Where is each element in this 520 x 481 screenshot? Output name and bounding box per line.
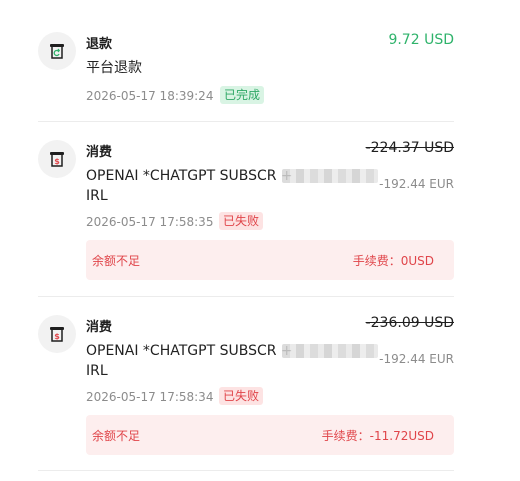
status-badge: 已失败: [219, 387, 264, 405]
status-badge: 已失败: [219, 212, 264, 230]
status-badge: 已完成: [220, 86, 265, 104]
transaction-date: 2026-05-17 18:39:24: [86, 89, 214, 103]
transaction-amount-eur: -192.44 EUR: [379, 352, 454, 366]
transaction-type: 消费: [86, 320, 113, 335]
transaction-amount: 9.72 USD: [388, 32, 454, 48]
transaction-type: 消费: [86, 145, 113, 160]
dollar-receipt-icon: $: [38, 315, 76, 353]
error-reason: 余额不足: [92, 254, 141, 268]
transaction-item[interactable]: $ 消费 -236.09 USD OPENAI *CHATGPT SUBSCR …: [38, 313, 454, 458]
transaction-description-line1: OPENAI *CHATGPT SUBSCR +: [86, 168, 293, 184]
svg-text:$: $: [54, 157, 60, 166]
transaction-date: 2026-05-17 17:58:34: [86, 390, 214, 404]
refund-icon: [38, 32, 76, 70]
divider: [38, 296, 454, 297]
fee-text: 手续费：0USD: [352, 254, 434, 268]
error-box: 余额不足 手续费：-11.72USD: [86, 415, 454, 455]
transaction-description: 平台退款: [86, 60, 142, 76]
transaction-amount: -224.37 USD: [365, 140, 454, 156]
redacted-text: [282, 344, 378, 358]
dollar-receipt-icon: $: [38, 140, 76, 178]
transaction-item[interactable]: 退款 9.72 USD 平台退款 2026-05-17 18:39:24 已完成: [38, 28, 454, 108]
transaction-description-line2: IRL: [86, 188, 108, 204]
error-reason: 余额不足: [92, 429, 141, 443]
transaction-description-line2: IRL: [86, 363, 108, 379]
fee-text: 手续费：-11.72USD: [321, 429, 434, 443]
transaction-type: 退款: [86, 37, 113, 52]
transaction-description-line1: OPENAI *CHATGPT SUBSCR +: [86, 343, 293, 359]
divider: [38, 121, 454, 122]
error-box: 余额不足 手续费：0USD: [86, 240, 454, 280]
divider: [38, 470, 454, 471]
transaction-item[interactable]: $ 消费 -224.37 USD OPENAI *CHATGPT SUBSCR …: [38, 138, 454, 283]
svg-text:$: $: [54, 332, 60, 341]
transaction-amount-eur: -192.44 EUR: [379, 177, 454, 191]
transaction-amount: -236.09 USD: [365, 315, 454, 331]
redacted-text: [282, 169, 378, 183]
transaction-date: 2026-05-17 17:58:35: [86, 215, 214, 229]
